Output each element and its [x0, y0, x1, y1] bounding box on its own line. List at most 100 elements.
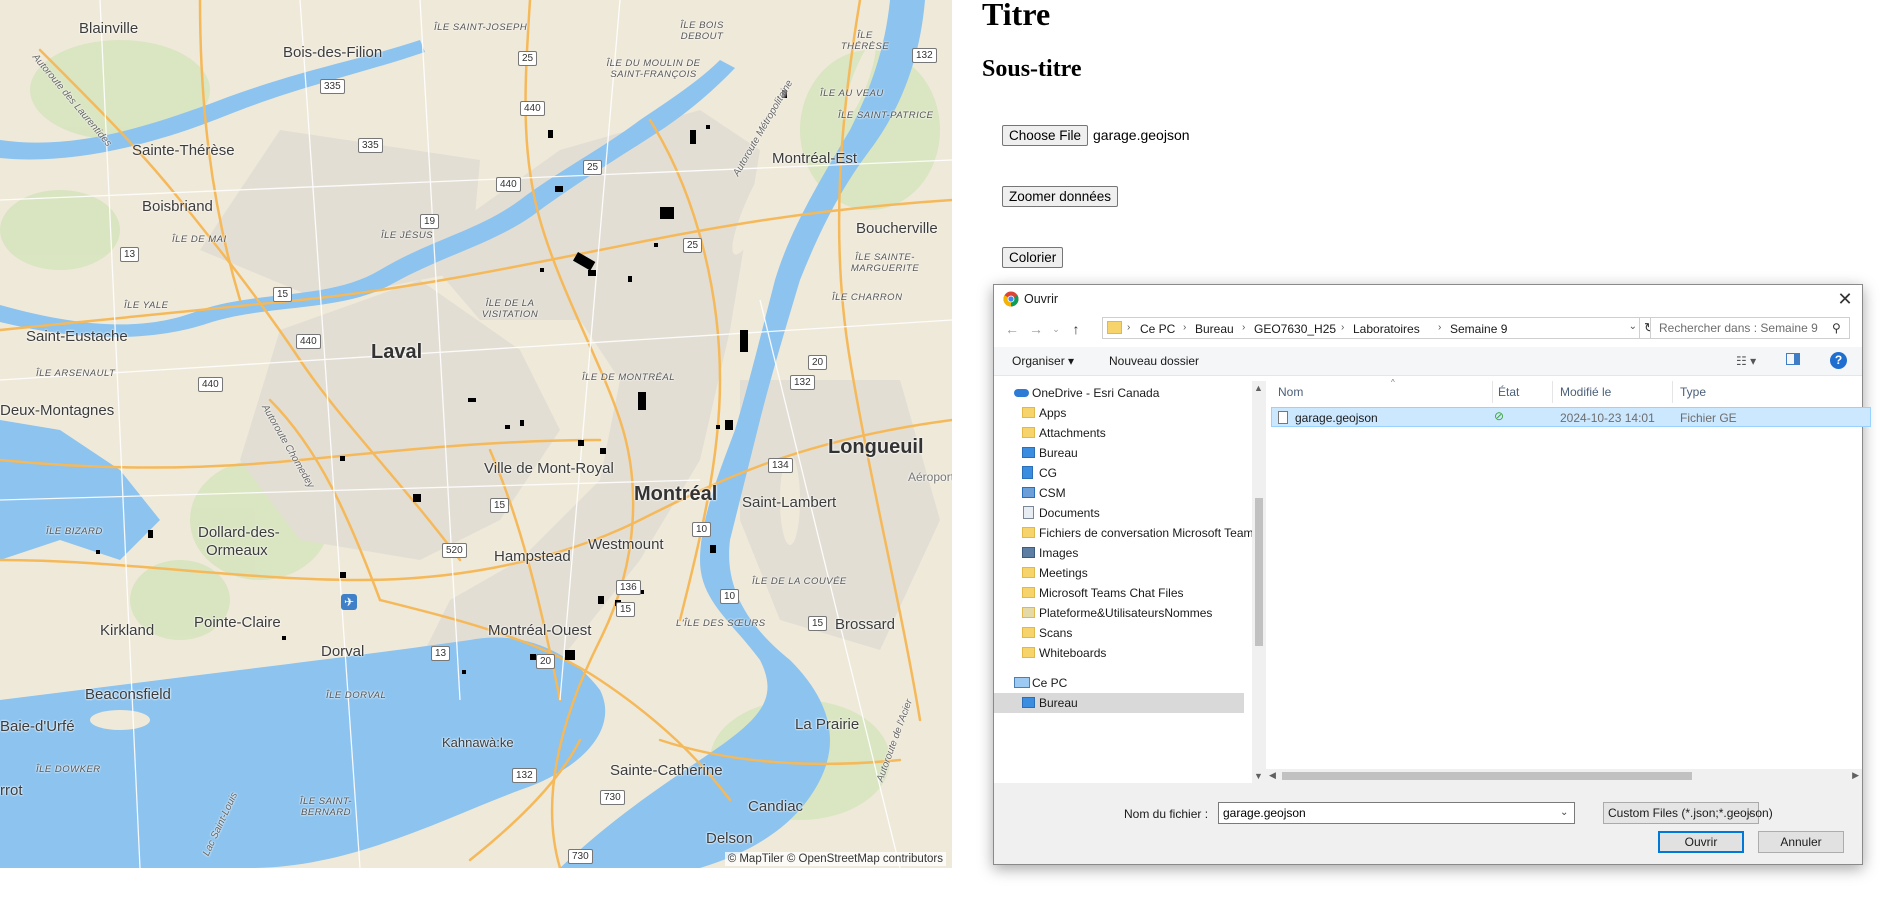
chevron-down-icon[interactable]: ⌄ — [1629, 321, 1637, 332]
new-folder-button[interactable]: Nouveau dossier — [1109, 354, 1199, 368]
breadcrumb-item[interactable]: Bureau — [1195, 322, 1234, 336]
pc-icon — [1014, 677, 1030, 688]
map-label-ile-de-montreal: ÎLE DE MONTRÉAL — [582, 372, 676, 383]
tree-item-whiteboards[interactable]: Whiteboards — [994, 643, 1244, 663]
file-icon — [1278, 411, 1288, 424]
column-modified[interactable]: Modifié le — [1560, 385, 1611, 399]
scrollbar-thumb[interactable] — [1282, 772, 1692, 780]
map-label-candiac: Candiac — [748, 798, 804, 815]
selected-file-name: garage.geojson — [1093, 127, 1190, 143]
map-label-saint-lambert: Saint-Lambert — [742, 494, 837, 511]
map-label-bois-des-filion: Bois-des-Filion — [283, 44, 383, 61]
tree-item-bureau[interactable]: Bureau — [994, 443, 1244, 463]
tree-scrollbar[interactable]: ▲ ▼ — [1252, 381, 1266, 783]
map-label-hampstead: Hampstead — [494, 548, 571, 565]
folder-icon — [1022, 527, 1035, 538]
tree-item-plateforme[interactable]: Plateforme&UtilisateursNommes — [994, 603, 1244, 623]
tree-item-attachments[interactable]: Attachments — [994, 423, 1244, 443]
organize-menu-button[interactable]: Organiser ▾ — [1012, 354, 1074, 368]
scroll-right-icon[interactable]: ▶ — [1852, 770, 1859, 781]
map-view[interactable]: Blainville Bois-des-Filion ÎLE SAINT-JOS… — [0, 0, 952, 868]
map-label-westmount: Westmount — [588, 536, 664, 553]
tree-item-label: Meetings — [1039, 566, 1088, 580]
search-input[interactable] — [1650, 317, 1850, 339]
breadcrumb-item[interactable]: Semaine 9 — [1450, 322, 1507, 336]
tree-item-apps[interactable]: Apps — [994, 403, 1244, 423]
route-shield: 730 — [600, 790, 625, 805]
breadcrumb-item[interactable]: Ce PC — [1140, 322, 1175, 336]
map-label-ile-visitation: ÎLE DE LA VISITATION — [481, 298, 539, 320]
images-icon — [1022, 547, 1035, 558]
route-shield: 134 — [768, 458, 793, 473]
map-label-sainte-catherine: Sainte-Catherine — [610, 762, 723, 779]
tree-item-images[interactable]: Images — [994, 543, 1244, 563]
tree-item-bureau-pc[interactable]: Bureau — [994, 693, 1244, 713]
map-label-brossard: Brossard — [835, 616, 896, 633]
back-arrow-icon[interactable]: ← — [1002, 319, 1022, 339]
map-label-ile-charron: ÎLE CHARRON — [832, 292, 903, 303]
map-label-ile-yale: ÎLE YALE — [124, 300, 169, 311]
scrollbar-thumb[interactable] — [1255, 498, 1263, 646]
tree-item-cg[interactable]: CG — [994, 463, 1244, 483]
tree-item-teams-files[interactable]: Fichiers de conversation Microsoft Teams — [994, 523, 1252, 543]
choose-file-button[interactable]: Choose File — [1002, 125, 1089, 146]
breadcrumb-item[interactable]: GEO7630_H25 — [1254, 322, 1336, 336]
tree-item-label: Microsoft Teams Chat Files — [1039, 586, 1184, 600]
tree-item-ce-pc[interactable]: Ce PC — [994, 673, 1244, 693]
close-icon[interactable]: ✕ — [1834, 288, 1856, 310]
route-shield: 25 — [683, 238, 703, 253]
map-attribution[interactable]: © MapTiler © OpenStreetMap contributors — [724, 852, 946, 866]
column-divider[interactable] — [1492, 381, 1493, 403]
tree-item-scans[interactable]: Scans — [994, 623, 1244, 643]
column-status[interactable]: État — [1498, 385, 1519, 399]
help-icon[interactable]: ? — [1830, 352, 1847, 369]
preview-pane-icon[interactable] — [1786, 353, 1800, 365]
recent-locations-chevron-icon[interactable]: ⌄ — [1046, 319, 1066, 339]
page-title: Titre — [982, 0, 1051, 32]
zoom-data-button[interactable]: Zoomer données — [1002, 186, 1119, 207]
search-icon[interactable]: ⚲ — [1832, 321, 1841, 335]
dialog-titlebar[interactable]: Ouvrir ✕ — [994, 285, 1862, 313]
column-divider[interactable] — [1672, 381, 1673, 403]
tree-item-documents[interactable]: Documents — [994, 503, 1244, 523]
tree-item-onedrive[interactable]: OneDrive - Esri Canada — [994, 383, 1244, 403]
map-label-laval: Laval — [371, 341, 423, 363]
column-name[interactable]: Nom — [1278, 385, 1303, 399]
route-shield: 520 — [442, 543, 467, 558]
sort-ascending-icon: ^ — [1391, 378, 1395, 387]
route-shield: 132 — [912, 48, 937, 63]
route-shield: 132 — [512, 768, 537, 783]
scroll-left-icon[interactable]: ◀ — [1269, 770, 1276, 781]
scroll-up-icon[interactable]: ▲ — [1254, 383, 1263, 393]
chevron-down-icon: ⌄ — [1745, 807, 1754, 818]
view-options-icon[interactable]: ☷ ▾ — [1736, 354, 1756, 368]
documents-icon — [1023, 506, 1034, 519]
scroll-down-icon[interactable]: ▼ — [1254, 771, 1263, 781]
column-divider[interactable] — [1552, 381, 1553, 403]
route-shield: 10 — [692, 522, 712, 537]
up-arrow-icon[interactable]: ↑ — [1066, 319, 1086, 339]
chevron-down-icon[interactable]: ⌄ — [1560, 807, 1568, 818]
cancel-button[interactable]: Annuler — [1758, 831, 1844, 853]
route-shield: 20 — [808, 355, 828, 370]
route-shield: 15 — [616, 602, 636, 617]
tree-item-csm[interactable]: CSM — [994, 483, 1244, 503]
route-shield: 132 — [790, 375, 815, 390]
route-shield: 13 — [431, 646, 451, 661]
breadcrumb-item[interactable]: Laboratoires — [1353, 322, 1420, 336]
tree-item-teams-chat[interactable]: Microsoft Teams Chat Files — [994, 583, 1244, 603]
file-type-filter-select[interactable]: Custom Files (*.json;*.geojson) ⌄ — [1603, 802, 1773, 824]
colorize-button[interactable]: Colorier — [1002, 247, 1064, 268]
navigation-tree: OneDrive - Esri Canada Apps Attachments … — [994, 381, 1252, 783]
route-shield: 25 — [518, 51, 538, 66]
forward-arrow-icon[interactable]: → — [1026, 319, 1046, 339]
route-shield: 15 — [808, 616, 828, 631]
open-button[interactable]: Ouvrir — [1658, 831, 1744, 853]
address-bar[interactable]: › Ce PC › Bureau › GEO7630_H25 › Laborat… — [1102, 317, 1640, 339]
horizontal-scrollbar[interactable]: ◀ ▶ — [1266, 769, 1862, 783]
route-shield: 136 — [616, 580, 641, 595]
file-row[interactable]: garage.geojson ⊘ 2024-10-23 14:01 Fichie… — [1271, 407, 1871, 427]
filename-input[interactable] — [1218, 802, 1575, 824]
column-type[interactable]: Type — [1680, 385, 1706, 399]
tree-item-meetings[interactable]: Meetings — [994, 563, 1244, 583]
